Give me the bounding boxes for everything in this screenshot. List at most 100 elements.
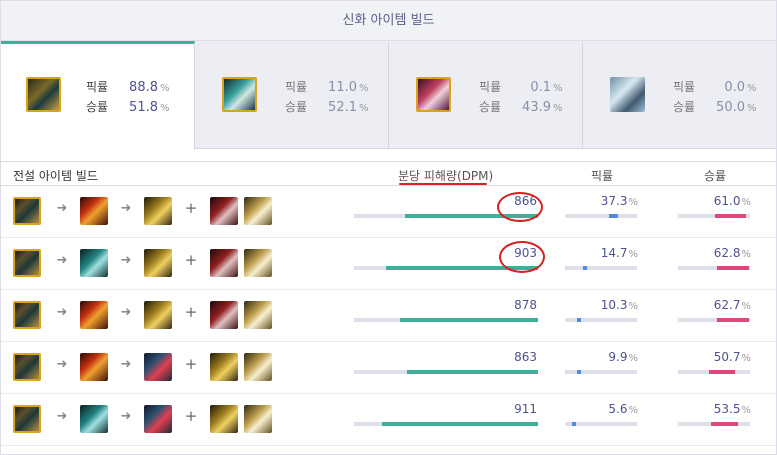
column-header-pick-rate[interactable]: 픽률 (591, 167, 613, 184)
item-slot-4-icon[interactable] (210, 249, 238, 277)
item-slot-2-icon[interactable] (80, 249, 108, 277)
legendary-section-title: 전설 아이템 빌드 (13, 169, 98, 183)
item-slot-3-icon[interactable] (144, 197, 172, 225)
item-slot-5-icon[interactable] (244, 249, 272, 277)
pick-rate-bar (565, 214, 637, 218)
item-slot-2-icon[interactable] (80, 405, 108, 433)
win-rate-label: 승률 (86, 100, 109, 114)
pick-rate-cell: 14.7% (586, 246, 638, 260)
pick-rate-bar-fill (583, 266, 587, 270)
mythic-item-card[interactable]: 픽률 88.8% 승률 51.8% (1, 41, 195, 149)
win-rate-value: 43.9 (522, 100, 551, 115)
pick-rate-value: 5.6 (608, 402, 628, 416)
win-rate-value: 50.7 (713, 350, 741, 364)
item-slot-3-icon[interactable] (144, 353, 172, 381)
item-slot-3-icon[interactable] (144, 405, 172, 433)
mythic-item-card[interactable]: 픽률 0.1% 승률 43.9% (389, 41, 583, 149)
percent-sign: % (628, 249, 638, 260)
build-row[interactable]: ➜ ➜ +866 37.3% 61.0% (1, 186, 776, 238)
item-slot-4-icon[interactable] (210, 405, 238, 433)
percent-sign: % (741, 405, 751, 416)
build-row[interactable]: ➜ ➜ +878 10.3% 62.7% (1, 290, 776, 342)
win-rate-value: 53.5 (713, 402, 741, 416)
column-header-win-rate[interactable]: 승률 (704, 167, 726, 184)
mythic-item-card[interactable]: 픽률 11.0% 승률 52.1% (195, 41, 389, 149)
dpm-bar-fill (407, 370, 538, 374)
dpm-value: 863 (514, 350, 537, 364)
item-slot-5-icon[interactable] (244, 405, 272, 433)
mythic-item-card[interactable]: 픽률 0.0% 승률 50.0% (583, 41, 776, 149)
percent-sign: % (741, 197, 751, 208)
item-slot-1-icon[interactable] (13, 197, 41, 225)
win-rate-bar-fill (715, 214, 746, 218)
percent-sign: % (160, 103, 170, 114)
pick-rate-cell: 37.3% (586, 194, 638, 208)
item-slot-5-icon[interactable] (244, 353, 272, 381)
win-rate-bar-fill (717, 318, 749, 322)
plus-icon: + (184, 407, 198, 425)
arrow-right-icon: ➜ (120, 357, 132, 372)
item-slot-5-icon[interactable] (244, 301, 272, 329)
build-row[interactable]: ➜ ➜ +911 5.6% 53.5% (1, 394, 776, 446)
win-rate-value: 62.7 (713, 298, 741, 312)
item-slot-2-icon[interactable] (80, 353, 108, 381)
item-build-panel: 신화 아이템 빌드 픽률 88.8% 승률 51.8% 픽률 11.0% 승률 52.1… (0, 0, 777, 455)
mythic-item-c-icon (416, 77, 451, 112)
percent-sign: % (553, 83, 563, 94)
item-slot-3-icon[interactable] (144, 301, 172, 329)
win-rate-cell: 50.7% (696, 350, 751, 364)
win-rate-value: 61.0 (713, 194, 741, 208)
item-slot-2-icon[interactable] (80, 197, 108, 225)
arrow-right-icon: ➜ (120, 305, 132, 320)
legendary-table-header: 전설 아이템 빌드 분당 피해량(DPM) 픽률 승률 (1, 161, 776, 186)
item-slot-4-icon[interactable] (210, 197, 238, 225)
dpm-bar-fill (382, 422, 538, 426)
build-row[interactable]: ➜ ➜ +903 14.7% 62.8% (1, 238, 776, 290)
pick-rate-value: 0.0 (724, 80, 745, 95)
win-rate-value: 51.8 (129, 100, 158, 115)
pick-rate-value: 11.0 (328, 80, 357, 95)
item-slot-3-icon[interactable] (144, 249, 172, 277)
pick-rate-label: 픽률 (479, 80, 502, 94)
win-rate-bar-fill (717, 266, 749, 270)
percent-sign: % (741, 301, 751, 312)
item-slot-1-icon[interactable] (13, 353, 41, 381)
build-row[interactable]: ➜ ➜ +863 9.9% 50.7% (1, 342, 776, 394)
item-slot-2-icon[interactable] (80, 301, 108, 329)
dpm-value: 911 (514, 402, 537, 416)
win-rate-bar (678, 318, 750, 322)
win-rate-label: 승률 (673, 100, 696, 114)
arrow-right-icon: ➜ (120, 409, 132, 424)
column-header-dpm[interactable]: 분당 피해량(DPM) (398, 167, 493, 184)
win-rate-cell: 62.7% (696, 298, 751, 312)
item-slot-1-icon[interactable] (13, 405, 41, 433)
mythic-item-d-icon (610, 77, 645, 112)
item-slot-1-icon[interactable] (13, 301, 41, 329)
pick-rate-bar (565, 266, 637, 270)
plus-icon: + (184, 303, 198, 321)
arrow-right-icon: ➜ (56, 201, 68, 216)
arrow-right-icon: ➜ (120, 201, 132, 216)
win-rate-bar (678, 422, 750, 426)
pick-rate-bar (565, 318, 637, 322)
mythic-item-a-icon (26, 77, 61, 112)
arrow-right-icon: ➜ (56, 409, 68, 424)
arrow-right-icon: ➜ (56, 253, 68, 268)
percent-sign: % (160, 83, 170, 94)
win-rate-value: 62.8 (713, 246, 741, 260)
percent-sign: % (628, 301, 638, 312)
item-slot-4-icon[interactable] (210, 353, 238, 381)
red-circle-annotation (497, 192, 543, 222)
item-slot-5-icon[interactable] (244, 197, 272, 225)
mythic-item-stats: 픽률 11.0% 승률 52.1% (285, 77, 369, 117)
mythic-section-title: 신화 아이템 빌드 (1, 1, 776, 41)
pick-rate-label: 픽률 (285, 80, 308, 94)
win-rate-bar (678, 214, 750, 218)
item-slot-1-icon[interactable] (13, 249, 41, 277)
pick-rate-label: 픽률 (673, 80, 696, 94)
red-circle-annotation (499, 241, 545, 273)
pick-rate-bar (565, 422, 637, 426)
pick-rate-cell: 9.9% (586, 350, 638, 364)
percent-sign: % (359, 103, 369, 114)
item-slot-4-icon[interactable] (210, 301, 238, 329)
